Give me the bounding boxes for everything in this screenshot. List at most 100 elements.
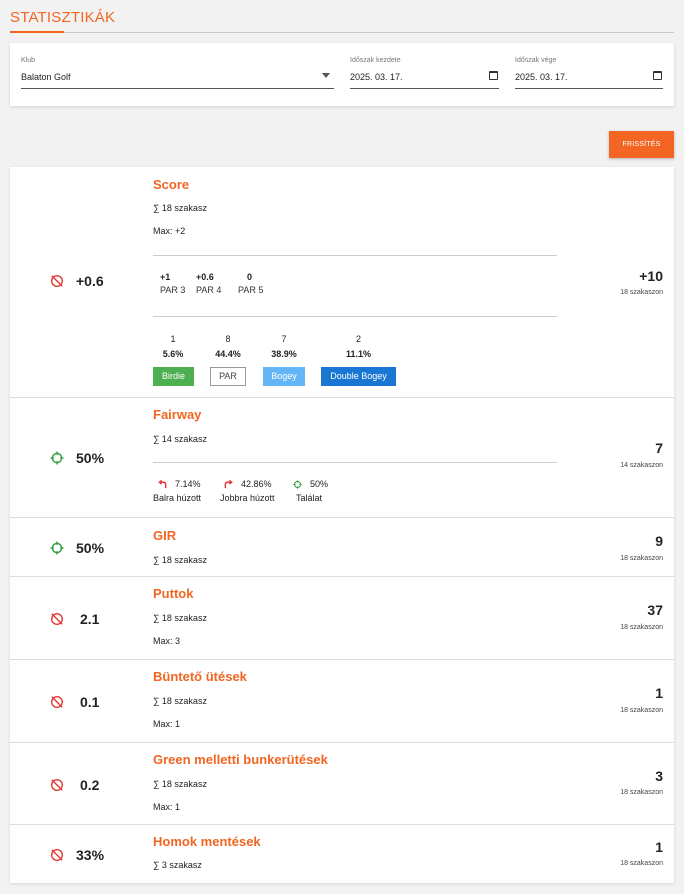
bogey-count: 7 <box>281 334 287 344</box>
fairway-hit-percent: 50% <box>310 479 329 489</box>
end-date-label: Időszak vége <box>515 57 557 64</box>
club-value: Balaton Golf <box>21 72 71 82</box>
double-bogey-stat: 2 11.1% <box>321 334 396 359</box>
putts-total-label: 18 szakaszon <box>620 624 663 631</box>
par3-label: PAR 3 <box>160 285 186 295</box>
putts-max: Max: 3 <box>153 636 181 646</box>
par-badge: PAR <box>210 367 246 386</box>
target-icon <box>50 451 64 465</box>
score-total: +10 <box>639 268 663 284</box>
calendar-icon[interactable] <box>489 71 498 80</box>
no-target-icon <box>50 695 64 709</box>
arrow-right-curve-icon <box>224 479 233 488</box>
no-target-icon <box>50 274 64 288</box>
penalties-total: 1 <box>655 685 663 701</box>
fairway-total-label: 14 szakaszon <box>620 462 663 469</box>
score-total-label: 18 szakaszon <box>620 289 663 296</box>
penalties-average: 0.1 <box>80 694 100 710</box>
bogey-badge: Bogey <box>263 367 305 386</box>
gir-title: GIR <box>153 528 177 543</box>
gir-holes: ∑ 18 szakasz <box>153 555 207 565</box>
stats-card: +0.6 Score ∑ 18 szakasz Max: +2 +1 PAR 3… <box>10 167 674 883</box>
sand-saves-title: Homok mentések <box>153 834 261 849</box>
sand-saves-holes: ∑ 3 szakasz <box>153 860 202 870</box>
bogey-stat: 7 38.9% <box>263 334 305 359</box>
no-target-icon <box>50 778 64 792</box>
no-target-icon <box>50 848 64 862</box>
divider <box>153 316 557 317</box>
par3-stat: +1 PAR 3 <box>160 272 185 295</box>
birdie-percent: 5.6% <box>162 349 184 359</box>
birdie-stat: 1 5.6% <box>153 334 193 359</box>
fairway-right-percent: 42.86% <box>241 479 272 489</box>
bunker-summary: 0.2 <box>50 777 99 793</box>
start-date-field[interactable]: Időszak kezdete 2025. 03. 17. <box>350 43 499 106</box>
score-average: +0.6 <box>76 273 104 289</box>
fairway-hit-stat: 50% Találat <box>293 479 328 503</box>
score-title: Score <box>153 177 190 192</box>
fairway-left-stat: 7.14% Balra húzott <box>153 479 201 503</box>
par-percent: 44.4% <box>215 349 241 359</box>
birdie-badge: Birdie <box>153 367 194 386</box>
bunker-average: 0.2 <box>80 777 100 793</box>
page-title: STATISZTIKÁK <box>10 9 116 26</box>
score-summary: +0.6 <box>50 273 104 289</box>
refresh-button[interactable]: FRISSÍTÉS <box>609 131 674 158</box>
penalties-holes: ∑ 18 szakasz <box>153 696 207 706</box>
no-target-icon <box>50 612 64 626</box>
putts-holes: ∑ 18 szakasz <box>153 613 207 623</box>
penalties-summary: 0.1 <box>50 694 99 710</box>
par5-stat: 0 PAR 5 <box>238 272 263 295</box>
fairway-left-label: Balra húzott <box>153 493 202 503</box>
fairway-hit-label: Találat <box>296 493 323 503</box>
score-row: +0.6 Score ∑ 18 szakasz Max: +2 +1 PAR 3… <box>10 167 674 398</box>
fairway-holes: ∑ 14 szakasz <box>153 434 207 444</box>
penalties-title: Büntető ütések <box>153 669 247 684</box>
gir-summary: 50% <box>50 540 104 556</box>
gir-average: 50% <box>76 540 105 556</box>
sand-saves-average: 33% <box>76 847 105 863</box>
fairway-summary: 50% <box>50 450 104 466</box>
fairway-right-label: Jobbra húzott <box>220 493 275 503</box>
fairway-left-percent: 7.14% <box>175 479 201 489</box>
gir-row: 50% GIR ∑ 18 szakasz 9 18 szakaszon <box>10 518 674 577</box>
calendar-icon[interactable] <box>653 71 662 80</box>
score-max: Max: +2 <box>153 226 186 236</box>
sand-saves-summary: 33% <box>50 847 104 863</box>
double-bogey-count: 2 <box>355 334 361 344</box>
club-select[interactable]: Klub Balaton Golf <box>21 43 334 106</box>
club-underline <box>21 88 334 89</box>
title-underline <box>10 31 64 33</box>
chevron-down-icon[interactable] <box>322 73 330 78</box>
target-icon <box>293 479 302 489</box>
bunker-total: 3 <box>655 768 663 784</box>
score-holes: ∑ 18 szakasz <box>153 203 207 213</box>
bunker-title: Green melletti bunkerütések <box>153 752 328 767</box>
sand-saves-total: 1 <box>655 839 663 855</box>
divider <box>153 462 557 463</box>
par3-value: +1 <box>160 272 171 282</box>
par-count: 8 <box>225 334 231 344</box>
par4-stat: +0.6 PAR 4 <box>196 272 221 295</box>
sand-saves-row: 33% Homok mentések ∑ 3 szakasz 1 18 szak… <box>10 825 674 883</box>
divider <box>153 255 557 256</box>
gir-total: 9 <box>655 533 663 549</box>
bunker-holes: ∑ 18 szakasz <box>153 779 207 789</box>
gir-total-label: 18 szakaszon <box>620 555 663 562</box>
fairway-row: 50% Fairway ∑ 14 szakasz 7.14% Balra húz… <box>10 398 674 518</box>
par4-label: PAR 4 <box>196 285 222 295</box>
par-stat: 8 44.4% <box>210 334 246 359</box>
putts-average: 2.1 <box>80 611 100 627</box>
club-label: Klub <box>21 57 36 64</box>
title-divider <box>64 32 674 33</box>
filter-card: Klub Balaton Golf Időszak kezdete 2025. … <box>10 43 674 106</box>
sand-saves-total-label: 18 szakaszon <box>620 860 663 867</box>
putts-total: 37 <box>647 602 663 618</box>
fairway-total: 7 <box>655 440 663 456</box>
target-icon <box>50 541 64 555</box>
bogey-percent: 38.9% <box>271 349 297 359</box>
putts-row: 2.1 Puttok ∑ 18 szakasz Max: 3 37 18 sza… <box>10 577 674 660</box>
end-date-field[interactable]: Időszak vége 2025. 03. 17. <box>515 43 663 106</box>
par5-value: 0 <box>247 272 253 282</box>
fairway-title: Fairway <box>153 407 202 422</box>
